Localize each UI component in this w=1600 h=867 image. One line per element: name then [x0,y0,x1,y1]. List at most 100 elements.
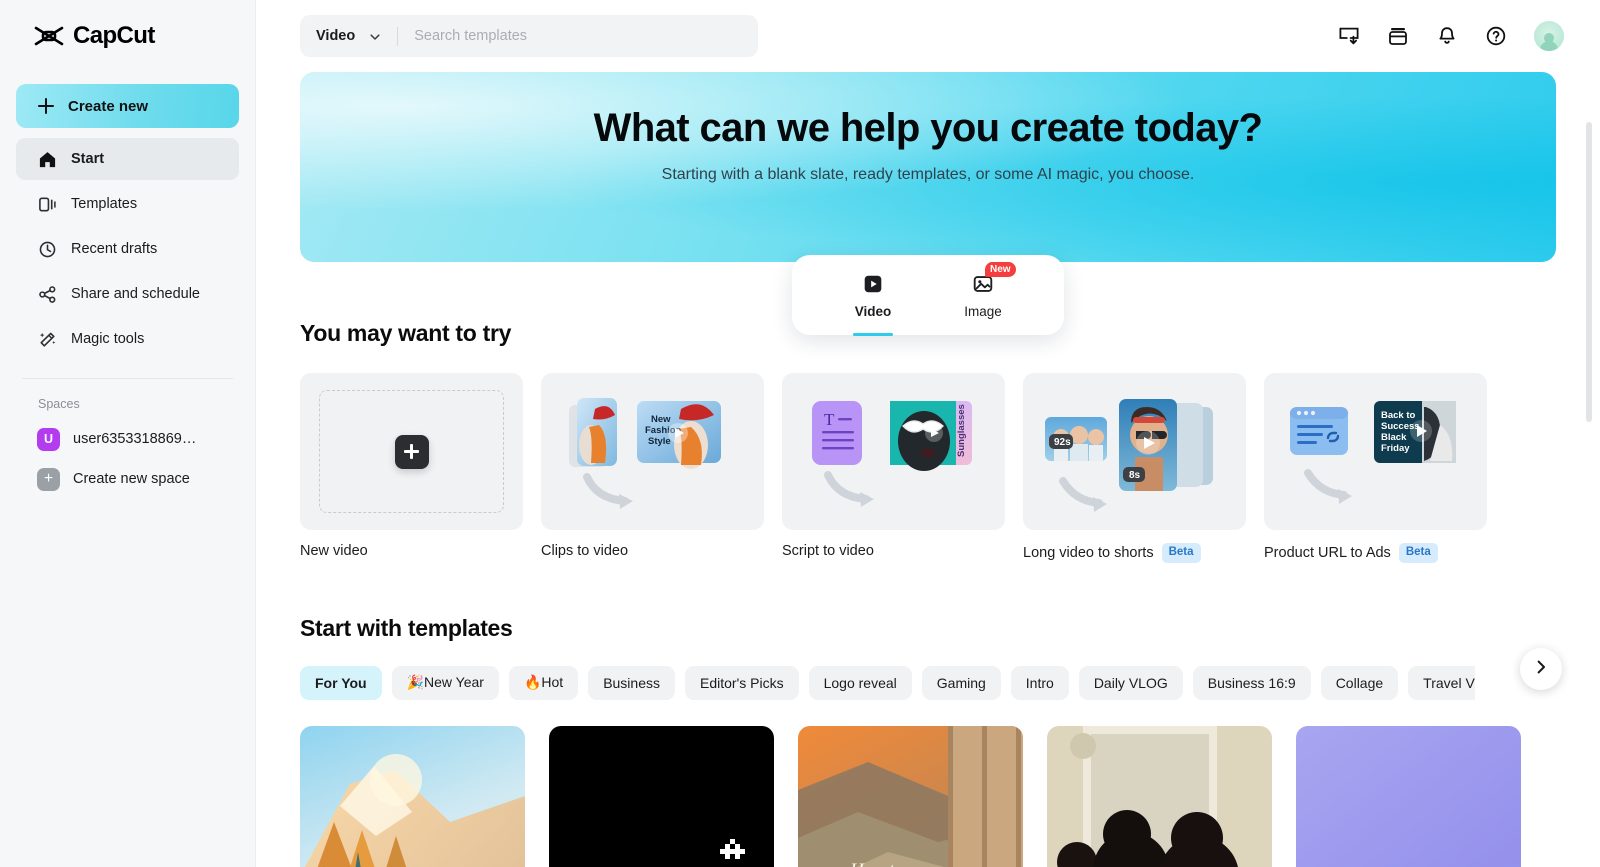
tab-label: Video [854,304,892,319]
try-card-label: Clips to video [541,543,764,559]
chip-business-16-9[interactable]: Business 16:9 [1192,665,1311,700]
clips-to-video-thumb: New Fashion Style [541,373,764,530]
chips-next-button[interactable] [1520,648,1562,690]
try-card-label: New video [300,543,523,559]
plus-square-icon: + [37,467,60,491]
space-item-label: user6353318869… [73,431,197,447]
template-card-mountain-forest-sunrise[interactable] [300,725,525,867]
new-video-placeholder [300,373,523,530]
search-type-label[interactable]: Video [316,28,355,44]
space-item-user[interactable]: U user6353318869… [16,419,239,459]
bell-icon[interactable] [1436,25,1458,47]
sidebar-item-label: Recent drafts [71,241,158,257]
try-card-new-video[interactable]: New video [300,373,523,563]
chip-business[interactable]: Business [588,665,675,700]
create-new-button[interactable]: Create new [16,84,239,128]
share-icon [38,285,57,304]
magic-wand-icon [38,330,57,349]
template-card-hillside-traveler[interactable]: Heart [798,725,1023,867]
chip-daily-vlog[interactable]: Daily VLOG [1078,665,1183,700]
space-item-label: Create new space [73,471,190,487]
template-card-bun-hairstyle-group[interactable] [1047,725,1272,867]
sidebar: CapCut Create new Start Templates Recent… [0,0,256,867]
try-card-label: Product URL to Ads Beta [1264,543,1487,563]
search-bar[interactable]: Video [300,15,758,57]
chip-hot[interactable]: 🔥Hot [508,665,579,700]
chip-gaming[interactable]: Gaming [921,665,1001,700]
chip-collage[interactable]: Collage [1320,665,1399,700]
script-to-video-illustration: T Sunglasses [812,401,972,507]
try-card-title: Product URL to Ads [1264,544,1391,561]
start-with-templates-section: Start with templates For You 🎉New Year 🔥… [300,615,1556,867]
beta-badge: Beta [1398,543,1438,563]
avatar [1534,21,1564,51]
templates-icon [38,195,57,214]
sidebar-item-templates[interactable]: Templates [16,183,239,225]
page-scrollbar-track[interactable] [1586,60,1596,855]
long-video-to-shorts-thumb: 92s 8s [1023,373,1246,530]
svg-text:Heart: Heart [849,860,895,867]
page-scrollbar[interactable] [1586,122,1592,422]
clock-icon [38,240,57,259]
svg-text:92s: 92s [1054,437,1071,448]
template-card-black-sparkle-photo[interactable]: Photo 1 [549,725,774,867]
inbox-icon[interactable] [1387,25,1409,47]
sidebar-item-share-and-schedule[interactable]: Share and schedule [16,273,239,315]
page-title: What can we help you create today? [593,106,1263,150]
svg-text:Black: Black [1381,432,1407,443]
try-card-title: Long video to shorts [1023,544,1154,561]
long-video-to-shorts-illustration: 92s 8s [1045,399,1213,512]
section-title: Start with templates [300,614,513,641]
chip-travel-vlog[interactable]: Travel VLOG [1408,665,1475,700]
product-url-to-ads-thumb: Back to Success Black Friday [1264,373,1487,530]
chip-intro[interactable]: Intro [1010,665,1069,700]
new-badge: New [985,262,1016,277]
brand[interactable]: CapCut [16,0,239,72]
template-card-purple-gradient-blank[interactable] [1296,725,1521,867]
plus-icon [38,98,54,114]
try-card-title: New video [300,543,368,559]
try-card-title: Script to video [782,543,874,559]
hillside-traveler-image: Heart [798,725,1023,867]
avatar-head [1544,33,1554,43]
scroll-content: What can we help you create today? Start… [256,72,1600,867]
mode-switch-card: Video New Image [792,255,1064,336]
search-input[interactable] [414,15,742,57]
main-content: Video Search templates What can we help … [256,0,1600,867]
try-card-product-url-to-ads[interactable]: Back to Success Black Friday Product URL… [1264,373,1487,563]
svg-text:8s: 8s [1129,470,1141,481]
add-media-plus-icon [394,434,429,469]
template-thumbnails-row: Photo 1 [300,725,1556,867]
try-card-long-video-to-shorts[interactable]: 92s 8s Long video to shorts Beta [1023,373,1246,563]
chip-new-year[interactable]: 🎉New Year [391,665,499,700]
tab-image[interactable]: New Image [953,262,1016,319]
chip-logo-reveal[interactable]: Logo reveal [808,665,912,700]
tab-video[interactable]: Video [843,271,903,336]
bun-hairstyle-group-image [1047,725,1272,867]
purple-gradient-blank-image [1296,725,1521,867]
sidebar-item-magic-tools[interactable]: Magic tools [16,318,239,360]
chevron-right-icon [1533,659,1549,680]
chip-editors-picks[interactable]: Editor's Picks [685,665,799,700]
dashed-drop-area [319,390,504,513]
chip-for-you[interactable]: For You [300,665,382,700]
user-avatar[interactable] [1534,21,1564,51]
download-app-icon[interactable] [1338,25,1360,47]
clips-to-video-illustration: New Fashion Style [569,398,721,509]
try-card-clips-to-video[interactable]: New Fashion Style Clips to video [541,373,764,563]
template-category-chips: For You 🎉New Year 🔥Hot Business Editor's… [300,665,1475,700]
try-card-script-to-video[interactable]: T Sunglasses Script to video [782,373,1005,563]
try-cards-row: New video New Fashion Style Clips to vid… [300,373,1556,563]
chevron-down-icon[interactable] [369,30,381,42]
create-new-label: Create new [68,97,149,115]
sidebar-item-recent-drafts[interactable]: Recent drafts [16,228,239,270]
script-to-video-thumb: T Sunglasses [782,373,1005,530]
sidebar-item-label: Templates [71,196,138,212]
sidebar-item-start[interactable]: Start [16,138,239,180]
sidebar-divider [22,378,233,379]
tab-label: Image [964,304,1002,319]
mountain-forest-sunrise-image [300,725,525,867]
create-new-space-button[interactable]: + Create new space [16,459,239,499]
beta-badge: Beta [1161,543,1201,563]
help-circle-icon[interactable] [1485,25,1507,47]
